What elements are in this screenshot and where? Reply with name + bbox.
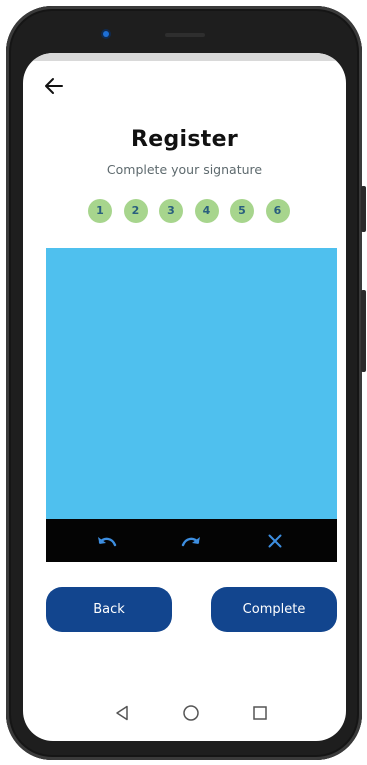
back-triangle-icon[interactable]: [108, 699, 136, 727]
page-title: Register: [131, 127, 238, 152]
back-arrow-icon[interactable]: [43, 75, 65, 97]
step-3: 3: [159, 199, 183, 223]
step-5: 5: [230, 199, 254, 223]
system-navigation-bar: [23, 699, 346, 727]
status-bar: [23, 53, 346, 61]
phone-screen: Register Complete your signature 1 2 3 4…: [23, 53, 346, 741]
signature-pad[interactable]: [46, 248, 337, 519]
signature-toolbar: [46, 519, 337, 562]
page-subtitle: Complete your signature: [106, 162, 263, 177]
step-6: 6: [265, 199, 290, 223]
clear-icon[interactable]: [257, 519, 293, 562]
power-button: [361, 290, 366, 372]
recents-square-icon[interactable]: [246, 699, 274, 727]
step-indicator: 1 2 3 4 5 6: [88, 199, 298, 223]
volume-button: [361, 186, 366, 232]
front-camera: [103, 31, 109, 37]
complete-button[interactable]: Complete: [211, 587, 337, 632]
home-circle-icon[interactable]: [177, 699, 205, 727]
step-1: 1: [88, 199, 112, 223]
redo-icon[interactable]: [173, 519, 209, 562]
step-4: 4: [194, 199, 219, 223]
earpiece-speaker: [165, 33, 205, 37]
back-button[interactable]: Back: [46, 587, 172, 632]
step-2: 2: [123, 199, 148, 223]
undo-icon[interactable]: [89, 519, 125, 562]
